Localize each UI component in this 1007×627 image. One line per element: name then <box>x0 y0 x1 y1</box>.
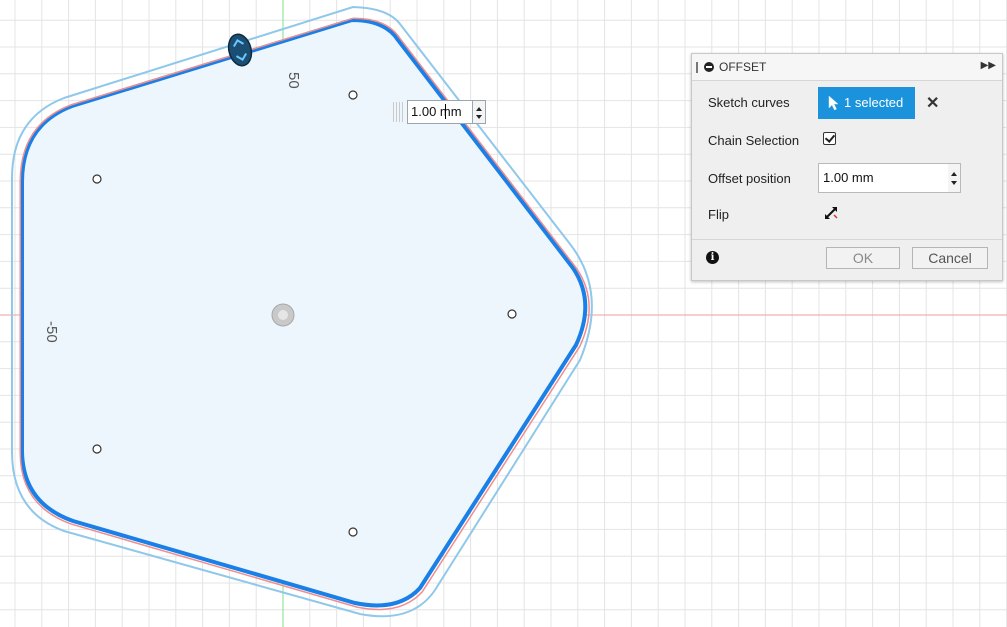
offset-position-input[interactable]: 1.00 mm <box>818 163 949 193</box>
sketch-point[interactable] <box>92 444 102 454</box>
offset-position-label: Offset position <box>708 171 791 186</box>
spin-down-icon[interactable] <box>476 115 482 119</box>
pentagon-profile[interactable] <box>20 17 588 608</box>
cancel-button[interactable]: Cancel <box>912 247 988 269</box>
sketch-point[interactable] <box>507 309 517 319</box>
sketch-point[interactable] <box>348 527 358 537</box>
offset-panel: OFFSET ▶▶ Sketch curves 1 selected ✕ Cha… <box>691 53 1003 281</box>
dimension-spinner[interactable] <box>473 100 486 124</box>
axis-label-50: 50 <box>285 72 302 89</box>
axis-label-minus-50: -50 <box>43 321 60 343</box>
origin-point-icon[interactable] <box>271 303 295 327</box>
offset-dimension-input[interactable]: 1.00 mm <box>393 100 493 124</box>
collapse-panel-icon[interactable]: ▶▶ <box>981 60 996 71</box>
panel-header[interactable]: OFFSET ▶▶ <box>692 54 1002 81</box>
sketch-point[interactable] <box>92 174 102 184</box>
sketch-curves-label: Sketch curves <box>708 95 790 110</box>
sketch-curves-selection-button[interactable]: 1 selected <box>818 87 915 119</box>
clear-selection-icon[interactable]: ✕ <box>926 93 939 113</box>
panel-divider <box>692 239 1002 240</box>
chain-selection-label: Chain Selection <box>708 133 800 148</box>
flip-label: Flip <box>708 207 729 222</box>
selection-count-text: 1 selected <box>844 95 904 110</box>
spin-up-icon[interactable] <box>951 172 957 176</box>
panel-title: OFFSET <box>719 60 767 74</box>
chain-selection-checkbox[interactable] <box>823 132 836 145</box>
info-icon[interactable]: i <box>706 251 719 264</box>
cursor-arrow-icon <box>828 95 839 111</box>
drag-grip-icon[interactable] <box>393 102 405 122</box>
offset-position-spinner[interactable] <box>948 163 961 193</box>
flip-icon[interactable] <box>823 205 839 221</box>
sketch-point[interactable] <box>348 90 358 100</box>
dimension-value-field[interactable]: 1.00 mm <box>407 100 473 124</box>
spin-up-icon[interactable] <box>476 107 482 111</box>
panel-grip-icon[interactable] <box>696 62 698 73</box>
text-caret <box>445 104 446 119</box>
spin-down-icon[interactable] <box>951 181 957 185</box>
ok-button[interactable]: OK <box>826 247 900 269</box>
command-icon <box>704 62 714 72</box>
